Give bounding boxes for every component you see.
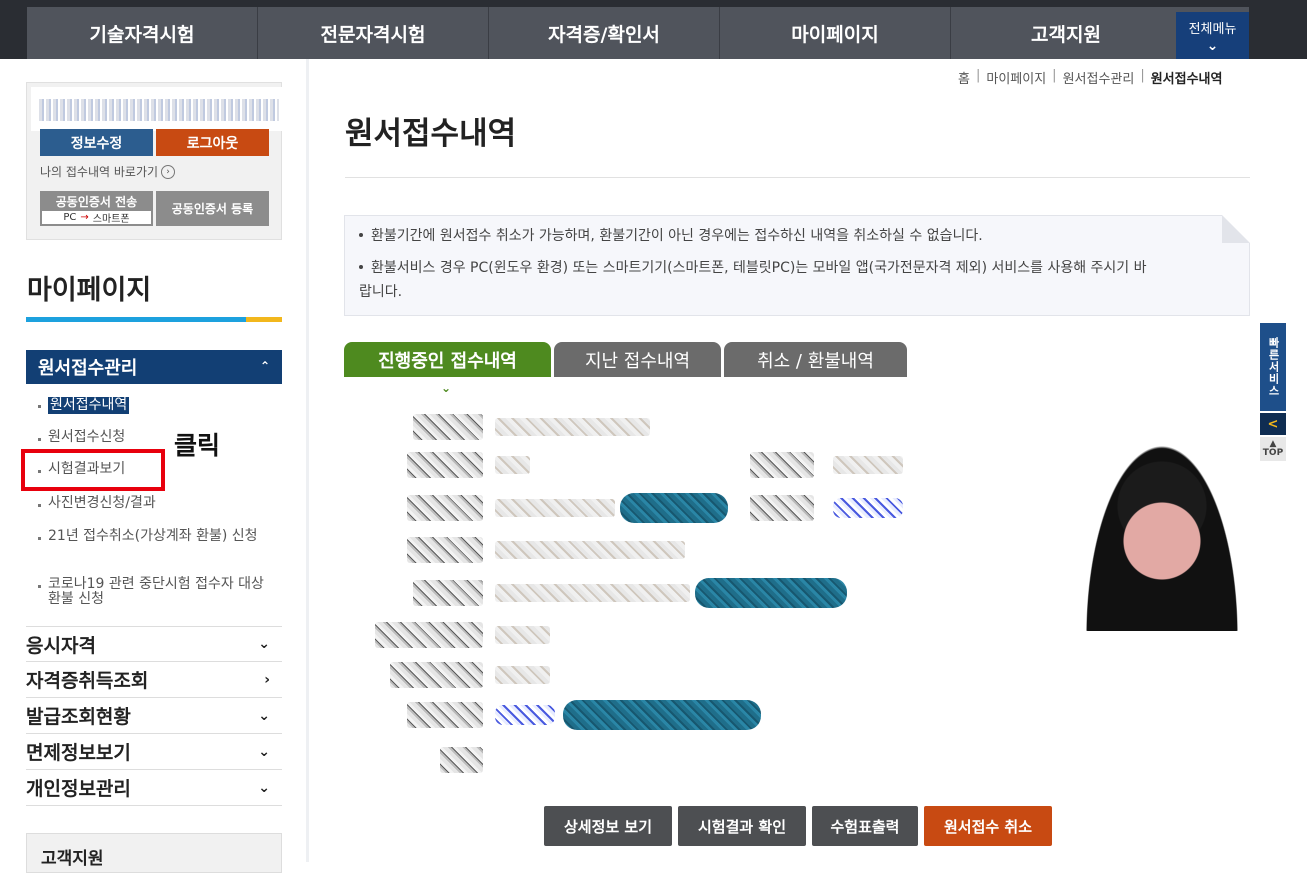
- record-row: [345, 408, 1085, 446]
- top-nav-bar: 기술자격시험 전문자격시험 자격증/확인서 마이페이지 고객지원: [27, 7, 1249, 59]
- title-divider: [345, 177, 1250, 178]
- print-admission-ticket-button[interactable]: 수험표출력: [812, 806, 918, 846]
- record-row: [345, 656, 1085, 694]
- record-row: [345, 446, 1085, 484]
- view-details-button[interactable]: 상세정보 보기: [544, 806, 672, 846]
- sidebar-item-application-history[interactable]: 원서접수내역: [38, 397, 130, 414]
- nav-item-tech-exam[interactable]: 기술자격시험: [27, 7, 258, 59]
- logout-button[interactable]: 로그아웃: [156, 129, 269, 156]
- cert-send-button[interactable]: 공동인증서 전송 PC → 스마트폰: [40, 191, 153, 226]
- record-row: [345, 741, 1085, 779]
- page-title: 원서접수내역: [345, 116, 517, 152]
- user-box: 정보수정 로그아웃 나의 접수내역 바로가기 › 공동인증서 전송 PC → 스…: [26, 82, 303, 240]
- sidebar-menu-exemption[interactable]: 면제정보보기 ⌄: [26, 734, 282, 770]
- all-menu-button[interactable]: 전체메뉴 ⌄: [1176, 12, 1249, 59]
- click-annotation: 클릭: [174, 431, 221, 460]
- breadcrumb-mypage[interactable]: 마이페이지: [986, 68, 1046, 87]
- title-underline: [26, 317, 282, 322]
- all-menu-label: 전체메뉴: [1188, 22, 1237, 37]
- record-row: [345, 696, 1085, 734]
- record-row: [345, 574, 1085, 612]
- sidebar-divider: [306, 59, 309, 862]
- chevron-right-circle-icon: ›: [161, 164, 176, 179]
- breadcrumb-application-mgmt[interactable]: 원서접수관리: [1063, 68, 1135, 87]
- record-row: [345, 489, 1085, 527]
- cancel-application-button[interactable]: 원서접수 취소: [924, 806, 1052, 846]
- sidebar-item-covid-refund[interactable]: 코로나19 관련 중단시험 접수자 대상 환불 신청: [38, 577, 276, 607]
- quick-service-button[interactable]: 빠른서비스: [1260, 323, 1286, 411]
- sidebar-menu-personal-info[interactable]: 개인정보관리 ⌄: [26, 770, 282, 806]
- nav-item-certificates[interactable]: 자격증/확인서: [489, 7, 720, 59]
- tab-in-progress[interactable]: 진행중인 접수내역: [344, 342, 551, 377]
- chevron-down-icon: ⌄: [258, 743, 270, 760]
- notice-line-1: 환불기간에 원서접수 취소가 가능하며, 환불기간이 아닌 경우에는 접수하신 …: [371, 228, 983, 244]
- application-record-redacted: [345, 398, 1257, 783]
- action-buttons: 상세정보 보기 시험결과 확인 수험표출력 원서접수 취소: [544, 806, 1052, 846]
- support-label: 고객지원: [41, 849, 104, 869]
- breadcrumb-home[interactable]: 홈: [958, 68, 970, 87]
- breadcrumb-current: 원서접수내역: [1150, 72, 1223, 87]
- cert-register-button[interactable]: 공동인증서 등록: [156, 191, 269, 226]
- sidebar-menu-eligibility[interactable]: 응시자격 ⌄: [26, 626, 282, 662]
- top-label: TOP: [1262, 448, 1284, 458]
- chevron-right-icon: ›: [264, 671, 270, 688]
- page-fold-decoration: [1222, 215, 1250, 243]
- chevron-down-icon: ⌄: [258, 779, 270, 796]
- shortcut-label: 나의 접수내역 바로가기: [40, 165, 159, 179]
- edit-info-button[interactable]: 정보수정: [40, 129, 153, 156]
- nav-item-mypage[interactable]: 마이페이지: [720, 7, 951, 59]
- tab-cancel-refund[interactable]: 취소 / 환불내역: [724, 342, 907, 377]
- sidebar-item-cancel-refund-21[interactable]: 21년 접수취소(가상계좌 환불) 신청: [38, 529, 276, 544]
- pc-label: PC: [63, 212, 77, 223]
- customer-support-box[interactable]: 고객지원: [26, 833, 282, 873]
- section-label: 원서접수관리: [38, 358, 138, 379]
- nav-item-professional-exam[interactable]: 전문자격시험: [258, 7, 489, 59]
- quick-service-panel: 빠른서비스 < ▲ TOP: [1260, 323, 1286, 461]
- my-applications-shortcut[interactable]: 나의 접수내역 바로가기 ›: [40, 163, 176, 180]
- chevron-left-icon[interactable]: <: [1260, 413, 1286, 435]
- applicant-photo: [1082, 436, 1242, 631]
- phone-label: 스마트폰: [92, 214, 130, 225]
- top-nav: 기술자격시험 전문자격시험 자격증/확인서 마이페이지 고객지원 전체메뉴 ⌄: [0, 0, 1307, 59]
- breadcrumb: 홈 | 마이페이지 | 원서접수관리 | 원서접수내역: [958, 68, 1223, 87]
- check-exam-result-button[interactable]: 시험결과 확인: [678, 806, 806, 846]
- chevron-down-icon: ⌄: [441, 381, 452, 395]
- tab-bar: 진행중인 접수내역 지난 접수내역 취소 / 환불내역: [344, 342, 910, 377]
- arrow-right-icon: →: [80, 212, 89, 223]
- highlight-box: [21, 449, 165, 491]
- sidebar-title: 마이페이지: [27, 275, 152, 306]
- chevron-up-icon: ⌃: [259, 359, 270, 373]
- cert-send-label: 공동인증서 전송: [55, 195, 138, 209]
- scroll-top-button[interactable]: ▲ TOP: [1260, 437, 1286, 461]
- record-row: [345, 616, 1085, 654]
- chevron-down-icon: ⌄: [258, 636, 270, 652]
- record-row: [345, 531, 1085, 569]
- nav-item-support[interactable]: 고객지원: [951, 7, 1181, 59]
- tab-past[interactable]: 지난 접수내역: [554, 342, 721, 377]
- sidebar-menu-issue-status[interactable]: 발급조회현황 ⌄: [26, 698, 282, 734]
- sidebar-item-apply[interactable]: 원서접수신청: [38, 430, 125, 445]
- chevron-down-icon: ⌄: [1206, 38, 1219, 54]
- chevron-down-icon: ⌄: [258, 707, 270, 724]
- notice-box: 환불기간에 원서접수 취소가 가능하며, 환불기간이 아닌 경우에는 접수하신 …: [344, 215, 1250, 316]
- cert-send-sub: PC → 스마트폰: [42, 211, 151, 225]
- sidebar-item-photo-change[interactable]: 사진변경신청/결과: [38, 496, 156, 511]
- sidebar-menu-cert-lookup[interactable]: 자격증취득조회 ›: [26, 662, 282, 698]
- notice-line-2: 환불서비스 경우 PC(윈도우 환경) 또는 스마트기기(스마트폰, 테블릿PC…: [359, 260, 1147, 300]
- user-name-redacted: [31, 87, 303, 131]
- sidebar-section-application-mgmt[interactable]: 원서접수관리 ⌃: [26, 350, 282, 384]
